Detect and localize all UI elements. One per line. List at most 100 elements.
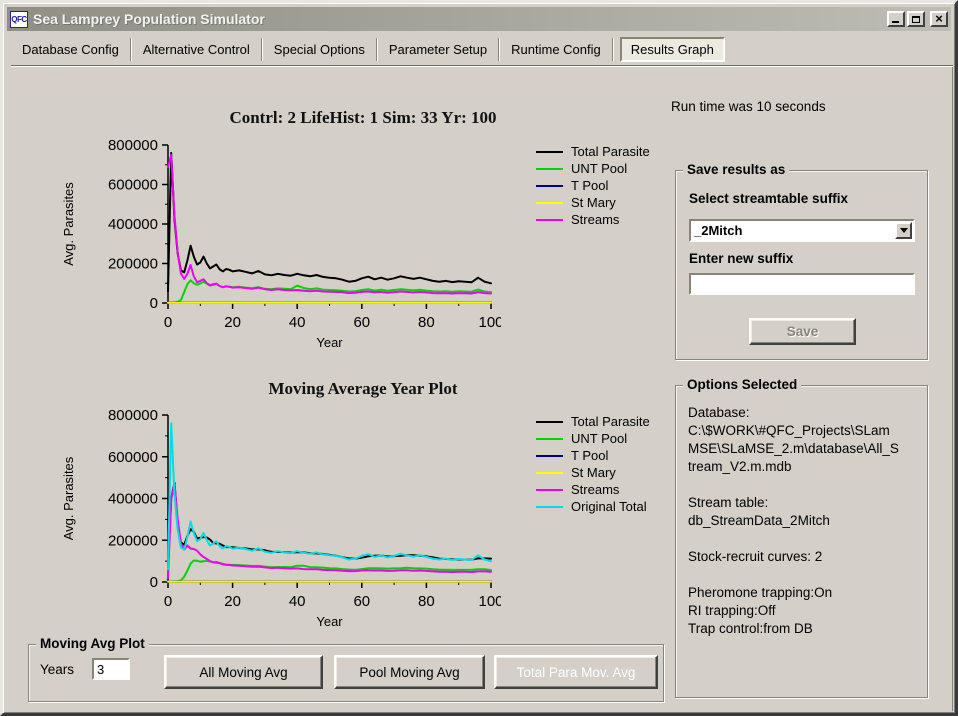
years-label: Years [40,662,74,677]
window-controls: × [887,11,948,27]
svg-text:60: 60 [353,593,370,610]
legend-label: Total Parasite [563,144,650,159]
years-input[interactable] [92,658,130,680]
svg-text:600000: 600000 [108,449,158,466]
new-suffix-input[interactable] [689,273,915,295]
maximize-icon [912,16,920,23]
legend-line-sample [536,151,563,153]
x-axis-label: Year [316,335,343,350]
combo-dropdown-button[interactable] [895,222,912,239]
save-results-groupbox: Save results as Select streamtable suffi… [675,170,928,360]
runtime-status-text: Run time was 10 seconds [671,99,826,114]
legend-line-sample [536,185,563,187]
window-title: Sea Lamprey Population Simulator [33,11,887,27]
svg-text:20: 20 [224,314,241,331]
svg-text:800000: 800000 [108,137,158,154]
legend-line-sample [536,438,563,440]
tab-parameter-setup[interactable]: Parameter Setup [378,38,499,61]
svg-text:0: 0 [164,593,172,610]
legend-line-sample [536,421,563,423]
legend-item-unt-pool: UNT Pool [536,160,650,177]
svg-text:0: 0 [150,295,158,312]
legend-line-sample [536,219,563,221]
svg-text:800000: 800000 [108,407,158,424]
tab-database-config[interactable]: Database Config [11,38,131,61]
save-results-title: Save results as [683,162,789,177]
all-moving-avg-button[interactable]: All Moving Avg [164,655,323,689]
legend-label: T Pool [563,448,608,463]
tab-special-options[interactable]: Special Options [263,38,377,61]
total-para-moving-avg-button[interactable]: Total Para Mov. Avg [494,655,658,689]
moving-average-chart: 0 200000 400000 600000 800000 0 20 40 60 80 100 Yea… [63,400,501,636]
series-original-total [168,423,491,569]
application-window: QFC Sea Lamprey Population Simulator × D… [0,0,958,716]
legend-label: T Pool [563,178,608,193]
series-total-parasite [168,483,491,570]
options-selected-groupbox: Options Selected Database: C:\$WORK\#QFC… [675,385,928,698]
svg-text:0: 0 [164,314,172,331]
year-plot-legend: Total Parasite UNT Pool T Pool St Mary Strea… [536,143,650,228]
legend-label: Streams [563,212,619,227]
legend-item-st-mary: St Mary [536,464,650,481]
series-streams [168,155,491,294]
y-axis-label: Avg. Parasites [63,182,76,266]
legend-label: St Mary [563,465,616,480]
close-icon: × [935,14,943,24]
legend-item-original-total: Original Total [536,498,650,515]
legend-label: UNT Pool [563,431,627,446]
options-selected-text: Database: C:\$WORK\#QFC_Projects\SLam MS… [688,404,920,638]
titlebar[interactable]: QFC Sea Lamprey Population Simulator × [7,7,951,31]
select-suffix-label: Select streamtable suffix [689,191,848,206]
minimize-icon [892,21,899,23]
legend-label: Streams [563,482,619,497]
enter-suffix-label: Enter new suffix [689,251,793,266]
series-streams [168,485,491,578]
minimize-button[interactable] [887,11,905,27]
legend-item-total-parasite: Total Parasite [536,413,650,430]
svg-text:400000: 400000 [108,216,158,233]
chevron-down-icon [900,228,908,233]
legend-item-streams: Streams [536,211,650,228]
moving-average-plot-title: Moving Average Year Plot [103,379,623,399]
streamtable-suffix-value: _2Mitch [691,223,895,238]
close-button[interactable]: × [930,11,948,27]
legend-line-sample [536,506,563,508]
moving-avg-title: Moving Avg Plot [36,636,149,651]
svg-text:80: 80 [418,593,435,610]
svg-text:100: 100 [478,314,501,331]
tab-alternative-control[interactable]: Alternative Control [132,38,262,61]
svg-text:40: 40 [289,593,306,610]
svg-text:400000: 400000 [108,491,158,508]
legend-label: Total Parasite [563,414,650,429]
streamtable-suffix-select[interactable]: _2Mitch [689,219,915,242]
x-axis-label: Year [316,614,343,629]
legend-line-sample [536,202,563,204]
svg-text:0: 0 [150,574,158,591]
legend-line-sample [536,489,563,491]
legend-line-sample [536,168,563,170]
svg-text:100: 100 [478,593,501,610]
svg-text:60: 60 [353,314,370,331]
series-total-parasite [168,153,491,291]
legend-line-sample [536,472,563,474]
maximize-button[interactable] [907,11,925,27]
legend-item-t-pool: T Pool [536,177,650,194]
year-plot-title: Contrl: 2 LifeHist: 1 Sim: 33 Yr: 100 [103,108,623,128]
results-graph-panel: Run time was 10 seconds Contrl: 2 LifeHi… [11,65,953,711]
pool-moving-avg-button[interactable]: Pool Moving Avg [334,655,485,689]
save-button[interactable]: Save [749,318,856,345]
legend-item-streams: Streams [536,481,650,498]
svg-text:40: 40 [289,314,306,331]
svg-text:200000: 200000 [108,532,158,549]
legend-label: UNT Pool [563,161,627,176]
legend-item-st-mary: St Mary [536,194,650,211]
legend-item-total-parasite: Total Parasite [536,143,650,160]
year-plot-chart: 0200000400000600000800000020406080100Yea… [63,130,501,356]
moving-avg-groupbox: Moving Avg Plot Years All Moving Avg Poo… [28,644,664,702]
tab-runtime-config[interactable]: Runtime Config [500,38,613,61]
app-icon: QFC [10,11,28,28]
svg-text:20: 20 [224,593,241,610]
svg-text:200000: 200000 [108,256,158,273]
legend-label: St Mary [563,195,616,210]
tab-results-graph[interactable]: Results Graph [620,37,725,62]
